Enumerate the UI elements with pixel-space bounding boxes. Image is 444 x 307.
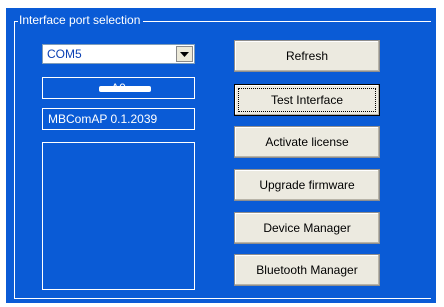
device-manager-button[interactable]: Device Manager [234, 212, 380, 244]
com-port-selected-value: COM5 [47, 47, 82, 61]
upgrade-firmware-button[interactable]: Upgrade firmware [234, 169, 380, 201]
device-serial-field: A0 [42, 77, 195, 99]
device-list[interactable] [42, 142, 195, 290]
chevron-down-icon [180, 51, 189, 57]
com-port-select[interactable]: COM5 [42, 44, 195, 64]
serial-redaction [99, 86, 151, 92]
activate-license-button[interactable]: Activate license [234, 126, 380, 158]
dropdown-button[interactable] [176, 46, 193, 62]
test-interface-button[interactable]: Test Interface [234, 84, 380, 116]
refresh-button[interactable]: Refresh [234, 40, 380, 72]
version-field: MBComAP 0.1.2039 [42, 108, 195, 130]
bluetooth-manager-button[interactable]: Bluetooth Manager [234, 254, 380, 286]
groupbox-title: Interface port selection [18, 12, 144, 28]
